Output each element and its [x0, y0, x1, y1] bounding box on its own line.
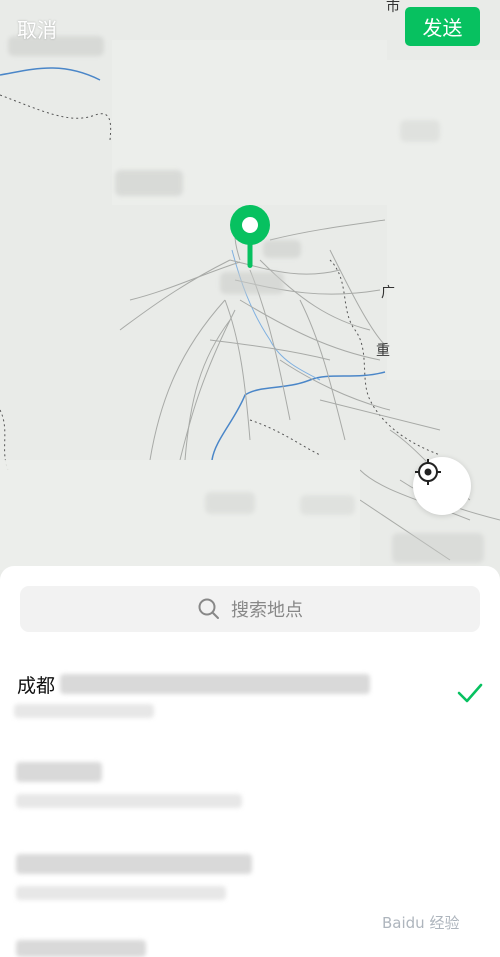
blurred-title [16, 762, 102, 782]
list-item[interactable] [0, 936, 500, 957]
map-label-chong: 重 [376, 343, 390, 359]
search-icon [198, 598, 219, 619]
search-input[interactable]: 搜索地点 [20, 586, 480, 632]
search-placeholder: 搜索地点 [231, 600, 303, 621]
send-button[interactable]: 发送 [405, 7, 480, 46]
checkmark-icon [457, 683, 483, 703]
locate-me-button[interactable] [413, 457, 471, 515]
blurred-title [16, 854, 252, 874]
blurred-detail [14, 704, 154, 718]
crosshair-icon [415, 459, 441, 485]
map-view[interactable]: 市 广 重 [0, 0, 500, 590]
list-item[interactable]: 成都 [0, 662, 500, 728]
blurred-address [60, 674, 370, 694]
blurred-title [16, 940, 146, 957]
blurred-detail [16, 794, 242, 808]
list-item-title: 成都 [17, 675, 56, 697]
top-bar: 取消 发送 [0, 0, 500, 56]
cancel-button[interactable]: 取消 [17, 14, 57, 43]
list-item[interactable] [0, 752, 500, 822]
location-results-sheet: 搜索地点 成都 [0, 566, 500, 957]
map-label-guang: 广 [381, 285, 395, 301]
blurred-detail [16, 886, 226, 900]
watermark: Baidu 经验 [382, 914, 460, 932]
list-item[interactable] [0, 846, 500, 916]
